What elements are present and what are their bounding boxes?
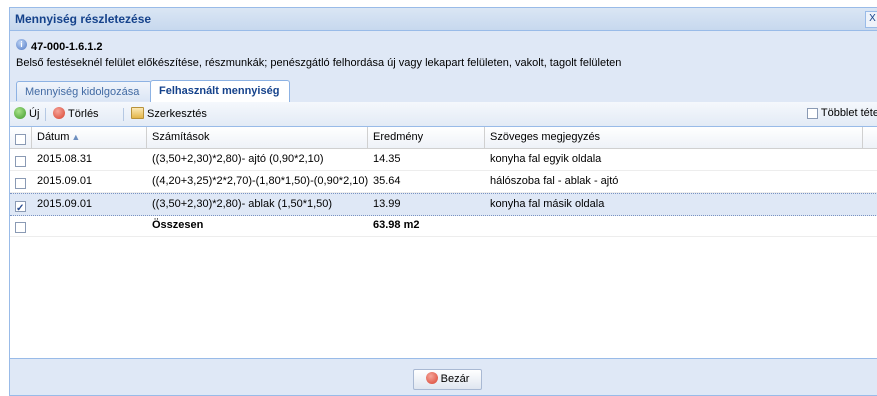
toolbar: Új Törlés Szerkesztés Többlet tétel xyxy=(10,102,877,127)
close-button[interactable]: Bezár xyxy=(413,369,482,390)
close-button-label: Bezár xyxy=(440,373,470,385)
select-all-checkbox[interactable] xyxy=(15,133,26,145)
cell-note: konyha fal egyik oldala xyxy=(490,153,602,165)
add-label: Új xyxy=(29,108,40,120)
table-row[interactable]: 2015.09.01 ((4,20+3,25)*2*2,70)-(1,80*1,… xyxy=(10,171,877,193)
table-row[interactable]: 2015.08.31 ((3,50+2,30)*2,80)- ajtó (0,9… xyxy=(10,149,877,171)
tab-mennyiseg-kidolgozasa[interactable]: Mennyiség kidolgozása xyxy=(16,81,152,101)
dialog-window: Mennyiség részletezése X i 47-000-1.6.1.… xyxy=(9,7,877,396)
row-checkbox[interactable] xyxy=(15,155,26,167)
edit-button[interactable]: Szerkesztés xyxy=(131,106,207,122)
item-code: 47-000-1.6.1.2 xyxy=(31,41,103,53)
row-select-cell xyxy=(10,171,32,192)
row-select-cell xyxy=(10,215,32,236)
cell-result: 13.99 xyxy=(373,198,401,210)
cell-note: konyha fal másik oldala xyxy=(490,198,605,210)
column-header-megjegyzes[interactable]: Szöveges megjegyzés xyxy=(485,127,863,148)
column-header-eredmeny[interactable]: Eredmény xyxy=(368,127,485,148)
total-label: Összesen xyxy=(152,219,204,231)
row-checkbox[interactable] xyxy=(15,177,26,189)
add-button[interactable]: Új xyxy=(14,106,39,122)
toolbar-separator xyxy=(123,108,124,121)
select-all-cell xyxy=(10,127,32,148)
cell-date xyxy=(32,215,147,236)
add-icon xyxy=(14,107,26,119)
column-header-datum-label: Dátum xyxy=(37,131,70,143)
edit-icon xyxy=(131,107,144,119)
tab-felhasznalt-mennyiseg[interactable]: Felhasznált mennyiség xyxy=(150,80,290,102)
table-row-total[interactable]: Összesen 63.98 m2 xyxy=(10,215,877,237)
row-select-cell xyxy=(10,149,32,170)
window-title: Mennyiség részletezése xyxy=(15,12,152,26)
delete-button[interactable]: Törlés xyxy=(53,106,99,122)
tobblet-tetel-checkbox[interactable] xyxy=(807,107,818,119)
row-checkbox[interactable] xyxy=(15,199,26,215)
info-icon: i xyxy=(16,39,27,50)
cell-date: 2015.09.01 xyxy=(37,198,93,210)
cell-note: hálószoba fal - ablak - ajtó xyxy=(490,175,619,187)
item-info: i 47-000-1.6.1.2 Belső festéseknél felül… xyxy=(10,31,877,76)
cell-calc: ((4,20+3,25)*2*2,70)-(1,80*1,50)-(0,90*2… xyxy=(152,175,368,187)
tobblet-tetel-toggle[interactable]: Többlet tétel xyxy=(807,107,877,119)
table-row[interactable]: 2015.09.01 ((3,50+2,30)*2,80)- ablak (1,… xyxy=(10,193,877,216)
total-value: 63.98 m2 xyxy=(373,219,420,231)
delete-icon xyxy=(53,107,65,119)
close-button-icon xyxy=(425,372,438,384)
cell-calc: ((3,50+2,30)*2,80)- ablak (1,50*1,50) xyxy=(152,198,333,210)
grid-header: Dátum ▲ Számítások Eredmény Szöveges megj… xyxy=(10,127,877,149)
column-header-szamitasok[interactable]: Számítások xyxy=(147,127,368,148)
edit-label: Szerkesztés xyxy=(147,108,207,120)
title-bar[interactable]: Mennyiség részletezése X xyxy=(10,8,877,31)
cell-result: 14.35 xyxy=(373,153,401,165)
cell-result: 35.64 xyxy=(373,175,401,187)
row-checkbox[interactable] xyxy=(15,221,26,233)
tobblet-tetel-label: Többlet tétel xyxy=(820,107,877,119)
cell-date: 2015.09.01 xyxy=(37,175,93,187)
grid-panel: Új Törlés Szerkesztés Többlet tétel Dátu… xyxy=(10,102,877,358)
row-select-cell xyxy=(10,194,32,215)
cell-note xyxy=(485,215,863,236)
toolbar-separator xyxy=(45,108,46,121)
tab-strip: Mennyiség kidolgozása Felhasznált mennyi… xyxy=(10,76,877,103)
delete-label: Törlés xyxy=(68,108,99,120)
cell-date: 2015.08.31 xyxy=(37,153,93,165)
cell-calc: ((3,50+2,30)*2,80)- ajtó (0,90*2,10) xyxy=(152,153,324,165)
column-header-datum[interactable]: Dátum ▲ xyxy=(32,127,147,148)
dialog-footer: Bezár xyxy=(10,358,877,395)
column-header-filler xyxy=(863,127,877,148)
item-description: Belső festéseknél felület előkészítése, … xyxy=(16,57,622,69)
sort-asc-icon: ▲ xyxy=(71,132,81,142)
close-icon[interactable]: X xyxy=(865,11,877,28)
